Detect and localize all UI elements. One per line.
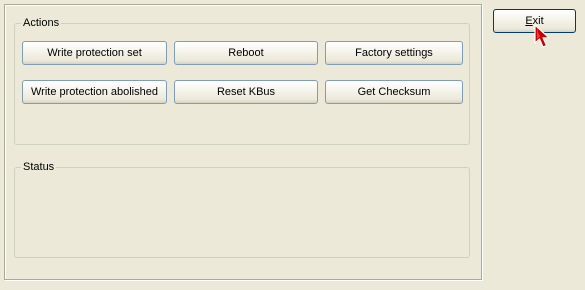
- status-text: [19, 176, 465, 253]
- reboot-button[interactable]: Reboot: [174, 41, 318, 65]
- get-checksum-label: Get Checksum: [357, 86, 431, 98]
- status-group: Status: [14, 160, 470, 258]
- exit-label-rest: xit: [532, 15, 544, 27]
- write-protection-abolished-label: Write protection abolished: [31, 86, 158, 98]
- reset-kbus-label: Reset KBus: [216, 86, 276, 98]
- exit-mnemonic: E: [525, 15, 533, 27]
- exit-label: Exit: [525, 15, 543, 27]
- write-protection-set-button[interactable]: Write protection set: [22, 41, 167, 65]
- exit-button[interactable]: Exit: [493, 9, 576, 33]
- write-protection-set-label: Write protection set: [47, 47, 142, 59]
- factory-settings-label: Factory settings: [355, 47, 433, 59]
- reset-kbus-button[interactable]: Reset KBus: [174, 80, 318, 104]
- reboot-label: Reboot: [228, 47, 264, 59]
- write-protection-abolished-button[interactable]: Write protection abolished: [22, 80, 167, 104]
- actions-legend: Actions: [21, 16, 62, 30]
- get-checksum-button[interactable]: Get Checksum: [325, 80, 463, 104]
- status-legend: Status: [21, 160, 57, 174]
- factory-settings-button[interactable]: Factory settings: [325, 41, 463, 65]
